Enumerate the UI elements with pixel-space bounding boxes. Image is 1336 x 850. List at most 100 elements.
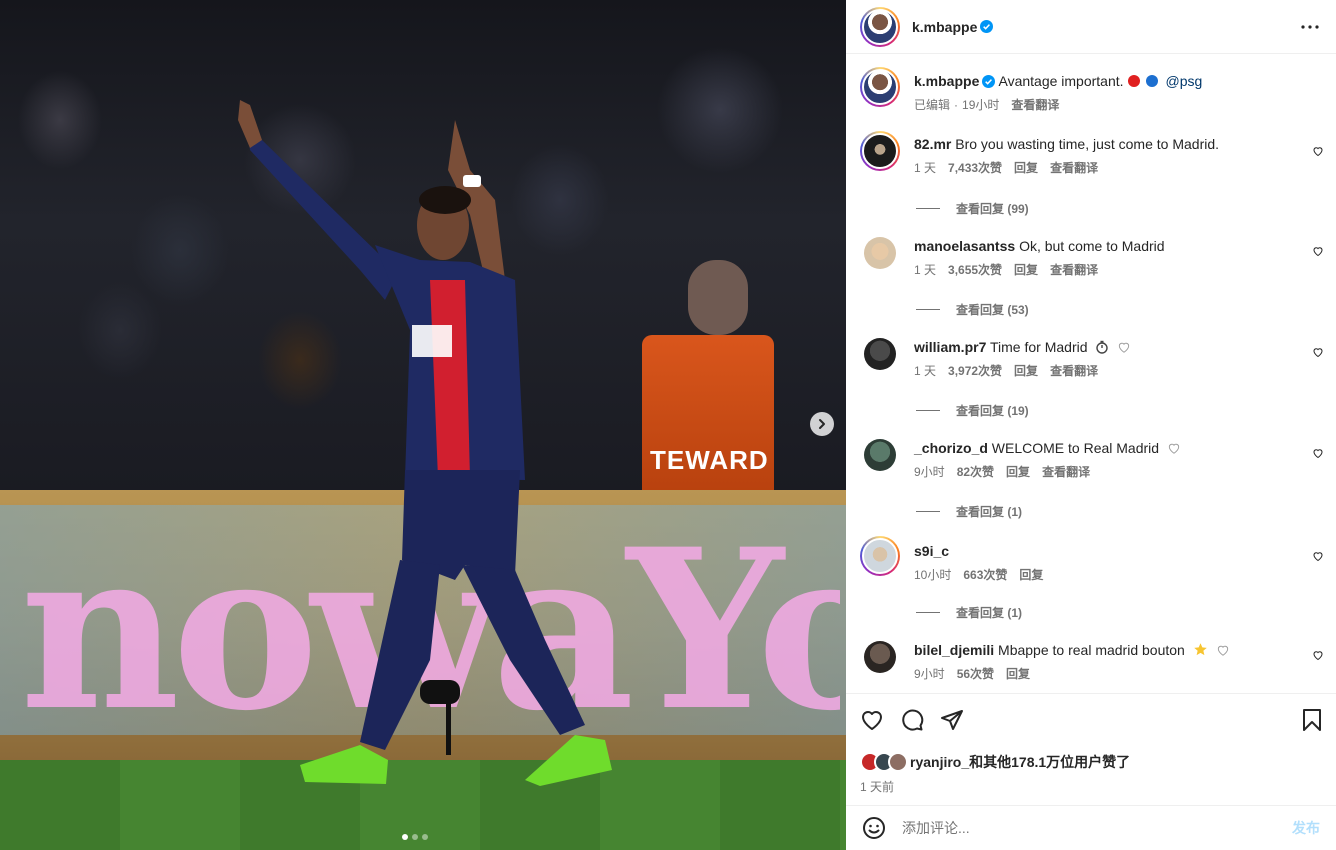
comment-input[interactable] [902, 820, 1292, 836]
like-comment-heart-icon[interactable] [1312, 649, 1324, 661]
player-figure [238, 100, 612, 786]
commenter-avatar[interactable] [860, 131, 900, 171]
likes-count-text[interactable]: 和其他178.1万位用户赞了 [969, 752, 1130, 772]
commenter-avatar[interactable] [864, 338, 896, 370]
comment-text: Time for Madrid [990, 339, 1088, 355]
edited-label: 已编辑 [914, 98, 951, 112]
save-bookmark-icon[interactable] [1302, 708, 1322, 732]
comment-text: Bro you wasting time, just come to Madri… [955, 136, 1220, 152]
caption-text: Avantage important. [998, 73, 1124, 89]
blue-circle-icon [1145, 75, 1158, 87]
commenter-username[interactable]: william.pr7 [914, 339, 986, 355]
commenter-username[interactable]: bilel_djemili [914, 642, 994, 658]
comment-likes[interactable]: 3,655次赞 [948, 261, 1002, 279]
carousel-indicator [402, 834, 428, 840]
commenter-avatar[interactable] [860, 536, 900, 576]
like-comment-heart-icon[interactable] [1312, 550, 1324, 562]
red-circle-icon [1127, 75, 1140, 87]
post-photo[interactable]: TEWARD nowaYo [0, 0, 846, 850]
see-translation-button[interactable]: 查看翻译 [1050, 362, 1098, 380]
post-side-panel: k.mbappe k.mbappe Avantage important. @ps… [846, 0, 1336, 850]
view-replies-button[interactable]: 查看回复 (1) [916, 503, 1022, 520]
like-comment-heart-icon[interactable] [1312, 346, 1324, 358]
stopwatch-emoji-icon [1096, 340, 1109, 354]
verified-badge-icon [980, 20, 994, 33]
author-avatar[interactable] [860, 67, 900, 107]
liker-avatars [860, 752, 908, 772]
share-send-icon[interactable] [940, 708, 964, 732]
separator: · [954, 98, 959, 112]
see-translation-button[interactable]: 查看翻译 [1042, 463, 1090, 481]
comment-likes[interactable]: 3,972次赞 [948, 362, 1002, 380]
see-translation-button[interactable]: 查看翻译 [1050, 261, 1098, 279]
view-replies-label: 查看回复 (19) [956, 404, 1029, 418]
comment-likes[interactable]: 7,433次赞 [948, 159, 1002, 177]
commenter-avatar[interactable] [864, 641, 896, 673]
next-slide-button[interactable] [810, 412, 834, 436]
comment-text: Ok, but come to Madrid [1019, 238, 1165, 254]
like-heart-icon[interactable] [860, 708, 884, 732]
commenter-username[interactable]: _chorizo_d [914, 440, 988, 456]
ellipsis-icon [1301, 24, 1319, 29]
white-heart-emoji-icon [1119, 342, 1130, 353]
like-comment-heart-icon[interactable] [1312, 447, 1324, 459]
view-replies-label: 查看回复 (1) [956, 505, 1023, 519]
commenter-avatar[interactable] [864, 237, 896, 269]
emoji-picker-icon[interactable] [862, 816, 886, 840]
view-replies-label: 查看回复 (1) [956, 606, 1023, 620]
view-replies-label: 查看回复 (53) [956, 303, 1029, 317]
comments-list[interactable]: k.mbappe Avantage important. @psg 已编辑 · 1… [846, 55, 1336, 693]
comment-item: _chorizo_d WELCOME to Real Madrid 9小时 82… [860, 439, 1330, 481]
post-header: k.mbappe [846, 0, 1336, 54]
view-replies-button[interactable]: 查看回复 (99) [916, 200, 1029, 217]
comment-item: 82.mr Bro you wasting time, just come to… [860, 131, 1330, 177]
author-username[interactable]: k.mbappe [912, 19, 977, 35]
view-replies-button[interactable]: 查看回复 (19) [916, 402, 1029, 419]
comment-text: Mbappe to real madrid bouton [998, 642, 1185, 658]
star-emoji-icon [1193, 643, 1207, 656]
first-liker-username[interactable]: ryanjiro_ [910, 754, 969, 770]
reply-button[interactable]: 回复 [1014, 362, 1038, 380]
reply-button[interactable]: 回复 [1014, 261, 1038, 279]
commenter-username[interactable]: 82.mr [914, 136, 951, 152]
caption-username[interactable]: k.mbappe [914, 73, 979, 89]
more-options-button[interactable] [1298, 15, 1322, 39]
commenter-username[interactable]: s9i_c [914, 543, 949, 559]
verified-badge-icon [982, 75, 996, 88]
comment-bubble-icon[interactable] [900, 708, 924, 732]
comment-likes[interactable]: 56次赞 [957, 665, 994, 683]
see-translation-button[interactable]: 查看翻译 [1011, 96, 1059, 114]
see-translation-button[interactable]: 查看翻译 [1050, 159, 1098, 177]
carousel-dot [422, 834, 428, 840]
caption-mention-link[interactable]: @psg [1166, 73, 1203, 89]
comment-time: 9小时 [914, 667, 945, 681]
comment-likes[interactable]: 663次赞 [963, 566, 1007, 584]
view-replies-button[interactable]: 查看回复 (1) [916, 604, 1022, 621]
comment-time: 9小时 [914, 465, 945, 479]
carousel-dot [412, 834, 418, 840]
reply-button[interactable]: 回复 [1014, 159, 1038, 177]
like-comment-heart-icon[interactable] [1312, 145, 1324, 157]
white-heart-emoji-icon [1168, 443, 1180, 454]
comment-time: 1 天 [914, 364, 937, 378]
comment-likes[interactable]: 82次赞 [957, 463, 994, 481]
likes-summary[interactable]: ryanjiro_ 和其他178.1万位用户赞了 [860, 752, 1322, 772]
comment-text: WELCOME to Real Madrid [991, 440, 1160, 456]
view-replies-button[interactable]: 查看回复 (53) [916, 301, 1029, 318]
post-comment-button[interactable]: 发布 [1292, 818, 1320, 838]
add-comment-bar: 发布 [846, 805, 1336, 850]
commenter-avatar[interactable] [864, 439, 896, 471]
comment-time: 1 天 [914, 161, 937, 175]
post-actions: ryanjiro_ 和其他178.1万位用户赞了 1 天前 [846, 693, 1336, 795]
commenter-username[interactable]: manoelasantss [914, 238, 1015, 254]
chevron-right-icon [819, 419, 825, 429]
post-caption: k.mbappe Avantage important. @psg 已编辑 · 1… [860, 67, 1202, 114]
comment-item: s9i_c 10小时 663次赞 回复 [860, 536, 1330, 584]
reply-button[interactable]: 回复 [1006, 463, 1030, 481]
like-comment-heart-icon[interactable] [1312, 245, 1324, 257]
reply-button[interactable]: 回复 [1006, 665, 1030, 683]
author-avatar[interactable] [860, 6, 900, 47]
reply-button[interactable]: 回复 [1019, 566, 1043, 584]
comment-item: bilel_djemili Mbappe to real madrid bout… [860, 641, 1330, 683]
comment-time: 1 天 [914, 263, 937, 277]
